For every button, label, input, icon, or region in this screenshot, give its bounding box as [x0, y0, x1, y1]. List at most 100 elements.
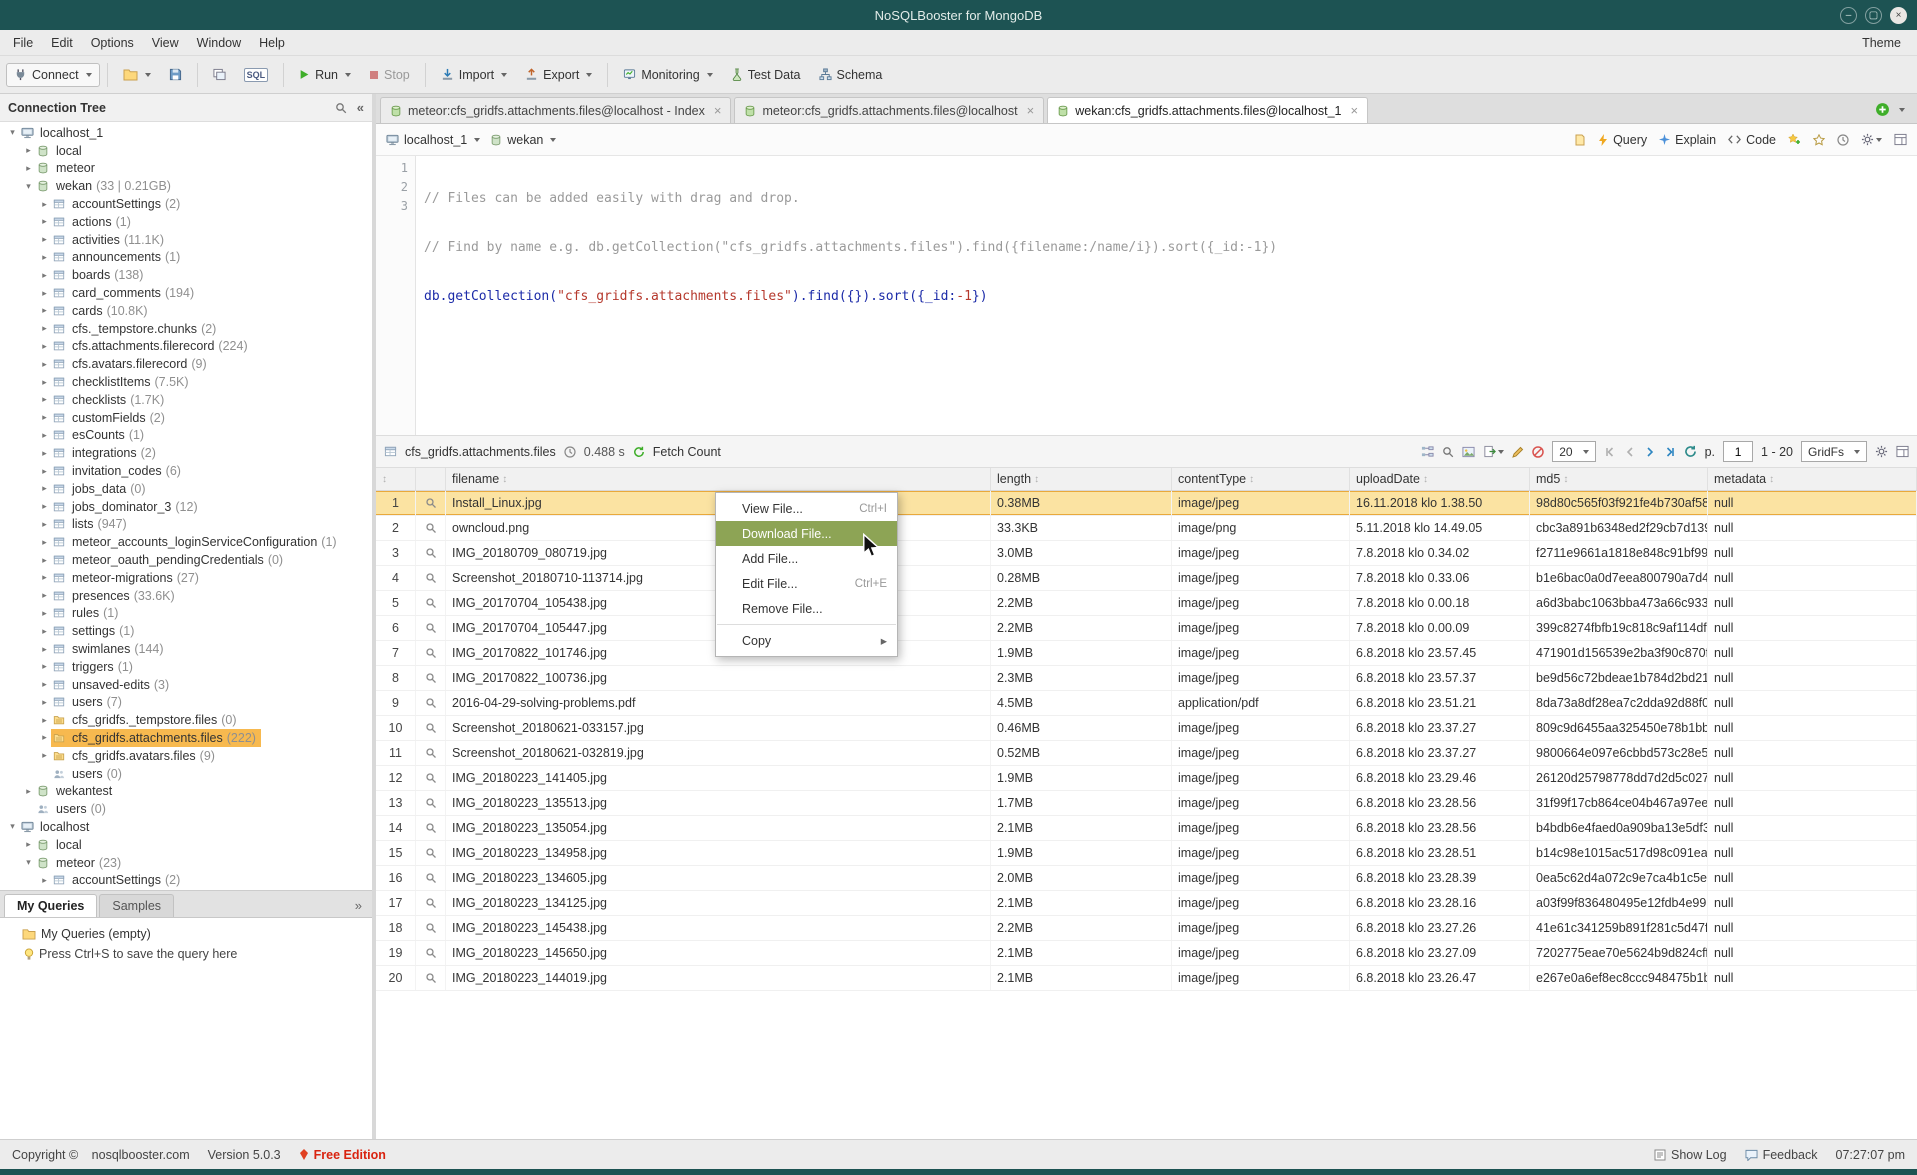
tree-expand-icon[interactable]	[38, 732, 51, 743]
tree-expand-icon[interactable]	[22, 857, 35, 868]
cell-md5[interactable]: 7202775eae70e5624b9d824cff6	[1530, 941, 1708, 965]
cell-md5[interactable]: b4bdb6e4faed0a909ba13e5df30	[1530, 816, 1708, 840]
favorite-icon[interactable]	[1813, 134, 1825, 146]
cell-filename[interactable]: IMG_20180223_145650.jpg	[446, 941, 991, 965]
cell-md5[interactable]: 809c9d6455aa325450e78b1bb2	[1530, 716, 1708, 740]
sort-icon[interactable]: ↕	[1563, 474, 1568, 485]
tree-item[interactable]: unsaved-edits (3)	[0, 676, 372, 694]
tree-item-row[interactable]: accountSettings (2)	[51, 871, 185, 889]
cell-filename[interactable]: IMG_20180223_135054.jpg	[446, 816, 991, 840]
layout-icon[interactable]	[1896, 445, 1909, 458]
explain-button[interactable]: Explain	[1659, 133, 1716, 147]
cell-contentType[interactable]: image/jpeg	[1172, 916, 1350, 940]
tree-item-row[interactable]: presences (33.6K)	[51, 587, 180, 605]
table-row[interactable]: 6 IMG_20170704_105447.jpg 2.2MB image/jp…	[376, 616, 1917, 641]
cell-contentType[interactable]: application/pdf	[1172, 691, 1350, 715]
cell-md5[interactable]: 399c8274fbfb19c818c9af114df8	[1530, 616, 1708, 640]
edit-results-icon[interactable]	[1512, 446, 1524, 458]
code-button[interactable]: Code	[1728, 133, 1776, 147]
column-header-length[interactable]: length↕	[991, 468, 1172, 490]
schema-button[interactable]: Schema	[811, 63, 891, 87]
column-header-md5[interactable]: md5↕	[1530, 468, 1708, 490]
cell-filename[interactable]: IMG_20180223_134125.jpg	[446, 891, 991, 915]
cell-uploadDate[interactable]: 7.8.2018 klo 0.00.09	[1350, 616, 1530, 640]
tree-item-row[interactable]: announcements (1)	[51, 249, 185, 267]
tree-item-row[interactable]: cfs.avatars.filerecord (9)	[51, 355, 212, 373]
preview-icon[interactable]	[416, 791, 446, 815]
table-row[interactable]: 19 IMG_20180223_145650.jpg 2.1MB image/j…	[376, 941, 1917, 966]
cell-contentType[interactable]: image/jpeg	[1172, 741, 1350, 765]
tree-item-row[interactable]: meteor (23)	[35, 854, 126, 872]
cell-metadata[interactable]: null	[1708, 866, 1917, 890]
tree-item-row[interactable]: integrations (2)	[51, 444, 161, 462]
tree-expand-icon[interactable]	[38, 216, 51, 227]
cell-contentType[interactable]: image/jpeg	[1172, 941, 1350, 965]
menu-item[interactable]: Edit	[42, 30, 82, 55]
tree-expand-icon[interactable]	[38, 715, 51, 726]
menu-item[interactable]: View	[143, 30, 188, 55]
tree-item[interactable]: jobs_data (0)	[0, 480, 372, 498]
cell-filename[interactable]: 2016-04-29-solving-problems.pdf	[446, 691, 991, 715]
tree-item-row[interactable]: jobs_dominator_3 (12)	[51, 498, 203, 516]
preview-icon[interactable]	[416, 591, 446, 615]
cell-contentType[interactable]: image/jpeg	[1172, 491, 1350, 515]
cell-md5[interactable]: 41e61c341259b891f281c5d47f0	[1530, 916, 1708, 940]
tree-item[interactable]: lists (947)	[0, 516, 372, 534]
first-page-icon[interactable]	[1604, 446, 1616, 458]
search-icon[interactable]	[335, 102, 347, 114]
tree-item-row[interactable]: settings (1)	[51, 622, 139, 640]
cell-metadata[interactable]: null	[1708, 691, 1917, 715]
tree-item-row[interactable]: users (0)	[35, 800, 111, 818]
cell-metadata[interactable]: null	[1708, 791, 1917, 815]
cell-contentType[interactable]: image/jpeg	[1172, 891, 1350, 915]
cell-length[interactable]: 0.46MB	[991, 716, 1172, 740]
cell-length[interactable]: 2.1MB	[991, 941, 1172, 965]
favorite-add-icon[interactable]	[1788, 133, 1801, 146]
export-results-icon[interactable]	[1483, 445, 1504, 458]
preview-icon[interactable]	[416, 541, 446, 565]
tree-item[interactable]: cfs.avatars.filerecord (9)	[0, 355, 372, 373]
context-menu-item[interactable]: Copy	[716, 628, 897, 653]
table-row[interactable]: 10 Screenshot_20180621-033157.jpg 0.46MB…	[376, 716, 1917, 741]
cell-length[interactable]: 2.2MB	[991, 591, 1172, 615]
tree-expand-icon[interactable]	[38, 501, 51, 512]
cell-metadata[interactable]: null	[1708, 891, 1917, 915]
export-button[interactable]: Export	[517, 63, 600, 87]
monitoring-button[interactable]: Monitoring	[615, 63, 720, 87]
cell-md5[interactable]: 471901d156539e2ba3f90c870f8	[1530, 641, 1708, 665]
tree-item-row[interactable]: meteor-migrations (27)	[51, 569, 204, 587]
tree-item-row[interactable]: rules (1)	[51, 605, 123, 623]
cell-metadata[interactable]: null	[1708, 516, 1917, 540]
cell-contentType[interactable]: image/jpeg	[1172, 566, 1350, 590]
close-button[interactable]: ×	[1890, 7, 1907, 24]
stop-button[interactable]: Stop	[361, 63, 418, 87]
tree-expand-icon[interactable]	[6, 925, 17, 943]
context-menu-item[interactable]: Remove File...	[716, 596, 897, 621]
cell-uploadDate[interactable]: 5.11.2018 klo 14.49.05	[1350, 516, 1530, 540]
tree-item[interactable]: accountSettings (2)	[0, 195, 372, 213]
sort-icon[interactable]: ↕	[1423, 474, 1428, 485]
tree-item-row[interactable]: localhost_1	[19, 124, 112, 142]
tree-item[interactable]: checklists (1.7K)	[0, 391, 372, 409]
cell-filename[interactable]: IMG_20180223_135513.jpg	[446, 791, 991, 815]
cell-md5[interactable]: 31f99f17cb864ce04b467a97ee8	[1530, 791, 1708, 815]
tree-expand-icon[interactable]	[38, 466, 51, 477]
tree-item-row[interactable]: local	[35, 142, 91, 160]
breadcrumb-server[interactable]: localhost_1	[386, 133, 480, 147]
tree-item-row[interactable]: localhost	[19, 818, 98, 836]
cell-length[interactable]: 0.38MB	[991, 491, 1172, 515]
table-row[interactable]: 12 IMG_20180223_141405.jpg 1.9MB image/j…	[376, 766, 1917, 791]
tree-item-row[interactable]: wekantest	[35, 782, 121, 800]
cell-metadata[interactable]: null	[1708, 941, 1917, 965]
tree-expand-icon[interactable]	[6, 127, 19, 138]
tree-expand-icon[interactable]	[38, 750, 51, 761]
test-data-button[interactable]: Test Data	[723, 63, 809, 87]
tree-item[interactable]: meteor (23)	[0, 854, 372, 872]
cell-metadata[interactable]: null	[1708, 541, 1917, 565]
tree-expand-icon[interactable]	[38, 430, 51, 441]
column-header-filename[interactable]: filename↕	[446, 468, 991, 490]
tree-item[interactable]: esCounts (1)	[0, 427, 372, 445]
table-row[interactable]: 13 IMG_20180223_135513.jpg 1.7MB image/j…	[376, 791, 1917, 816]
tree-expand-icon[interactable]	[38, 341, 51, 352]
cell-metadata[interactable]: null	[1708, 491, 1917, 515]
